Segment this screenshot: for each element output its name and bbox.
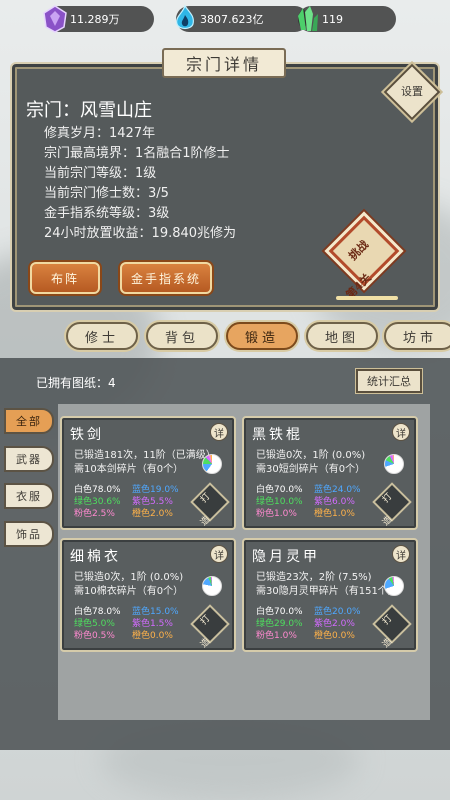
side-tab-all[interactable]: 全部 bbox=[4, 408, 54, 434]
owned-blueprints-count: 已拥有图纸：4 bbox=[36, 376, 116, 390]
detail-button[interactable]: 详 bbox=[392, 545, 410, 563]
quality-pie-icon bbox=[202, 454, 222, 474]
side-tab-weapon[interactable]: 武器 bbox=[4, 446, 54, 472]
panel-title: 宗门详情 bbox=[162, 48, 286, 78]
tab-disciples[interactable]: 修士 bbox=[66, 322, 138, 350]
info-cultivation-years: 修真岁月：1427年 bbox=[44, 126, 156, 141]
quality-pie-icon bbox=[202, 576, 222, 596]
blueprint-card: 细棉衣 详 已锻造0次，1阶 (0.0%) 需10棉衣碎片（有0个） 白色78.… bbox=[60, 538, 236, 652]
resource-value: 11.289万 bbox=[70, 13, 120, 26]
material-requirement: 需30短剑碎片（有0个） bbox=[256, 464, 366, 475]
blueprint-name: 铁剑 bbox=[70, 427, 104, 443]
forge-button[interactable]: 打造 bbox=[190, 604, 230, 650]
info-idle-income: 24小时放置收益：19.840兆修为 bbox=[44, 226, 237, 241]
challenge-progress-bar bbox=[336, 296, 398, 300]
tab-forge[interactable]: 锻造 bbox=[226, 322, 298, 350]
resource-green-crystal: 119 bbox=[298, 6, 396, 32]
forge-count: 已锻造0次，1阶 (0.0%) bbox=[74, 572, 184, 583]
deploy-formation-button[interactable]: 布阵 bbox=[30, 262, 100, 294]
blueprint-name: 隐月灵甲 bbox=[252, 549, 320, 565]
detail-button[interactable]: 详 bbox=[392, 423, 410, 441]
settings-label: 设置 bbox=[401, 85, 423, 98]
quality-pie-icon bbox=[384, 576, 404, 596]
material-requirement: 需10本剑碎片（有0个） bbox=[74, 464, 184, 475]
side-tab-accessory[interactable]: 饰品 bbox=[4, 521, 54, 547]
info-disciple-count: 当前宗门修士数：3/5 bbox=[44, 186, 169, 201]
detail-button[interactable]: 详 bbox=[210, 545, 228, 563]
blueprint-name: 黑铁棍 bbox=[252, 427, 303, 443]
rate-orange: 橙色0.0% bbox=[132, 631, 173, 641]
rate-orange: 橙色1.0% bbox=[314, 509, 355, 519]
forge-button[interactable]: 打造 bbox=[372, 482, 412, 528]
info-cheat-level: 金手指系统等级：3级 bbox=[44, 206, 170, 221]
blue-soul-flame-icon bbox=[176, 4, 194, 30]
forge-count: 已锻造23次，2阶 (7.5%) bbox=[256, 572, 372, 583]
forge-count: 已锻造0次，1阶 (0.0%) bbox=[256, 450, 366, 461]
detail-button[interactable]: 详 bbox=[210, 423, 228, 441]
material-requirement: 需30隐月灵甲碎片（有151个） bbox=[256, 586, 398, 597]
resource-value: 119 bbox=[322, 12, 343, 26]
material-requirement: 需10棉衣碎片（有0个） bbox=[74, 586, 184, 597]
quality-pie-icon bbox=[384, 454, 404, 474]
rate-pink: 粉色1.0% bbox=[256, 509, 297, 519]
tab-backpack[interactable]: 背包 bbox=[146, 322, 218, 350]
blueprint-name: 细棉衣 bbox=[70, 549, 121, 565]
cheat-system-button[interactable]: 金手指系统 bbox=[120, 262, 212, 294]
tab-map[interactable]: 地图 bbox=[306, 322, 378, 350]
forge-count: 已锻造181次，11阶（已满级） bbox=[74, 450, 216, 461]
purple-spirit-gem-icon bbox=[43, 5, 67, 33]
blueprint-card: 铁剑 详 已锻造181次，11阶（已满级） 需10本剑碎片（有0个） 白色78.… bbox=[60, 416, 236, 530]
blueprint-card: 黑铁棍 详 已锻造0次，1阶 (0.0%) 需30短剑碎片（有0个） 白色70.… bbox=[242, 416, 418, 530]
resource-bar: 11.289万 3807.623亿 119 bbox=[0, 4, 450, 36]
tab-market[interactable]: 坊市 bbox=[384, 322, 450, 350]
rate-pink: 粉色0.5% bbox=[74, 631, 115, 641]
resource-soul-flame: 3807.623亿 bbox=[176, 4, 308, 32]
forge-button[interactable]: 打造 bbox=[190, 482, 230, 528]
challenge-label: 挑战 bbox=[346, 238, 372, 263]
info-sect-level: 当前宗门等级：1级 bbox=[44, 166, 157, 181]
rate-orange: 橙色0.0% bbox=[314, 631, 355, 641]
info-highest-realm: 宗门最高境界：1名融合1阶修士 bbox=[44, 146, 230, 161]
resource-spirit-gem: 11.289万 bbox=[43, 5, 154, 33]
rate-pink: 粉色2.5% bbox=[74, 509, 115, 519]
green-crystal-icon bbox=[298, 6, 318, 31]
resource-value: 3807.623亿 bbox=[200, 13, 264, 26]
side-tab-clothing[interactable]: 衣服 bbox=[4, 483, 54, 509]
blueprint-card: 隐月灵甲 详 已锻造23次，2阶 (7.5%) 需30隐月灵甲碎片（有151个）… bbox=[242, 538, 418, 652]
rate-pink: 粉色1.0% bbox=[256, 631, 297, 641]
stats-summary-button[interactable]: 统计汇总 bbox=[356, 369, 422, 393]
sect-name: 宗门：风雪山庄 bbox=[26, 100, 152, 121]
forge-button[interactable]: 打造 bbox=[372, 604, 412, 650]
rate-orange: 橙色2.0% bbox=[132, 509, 173, 519]
